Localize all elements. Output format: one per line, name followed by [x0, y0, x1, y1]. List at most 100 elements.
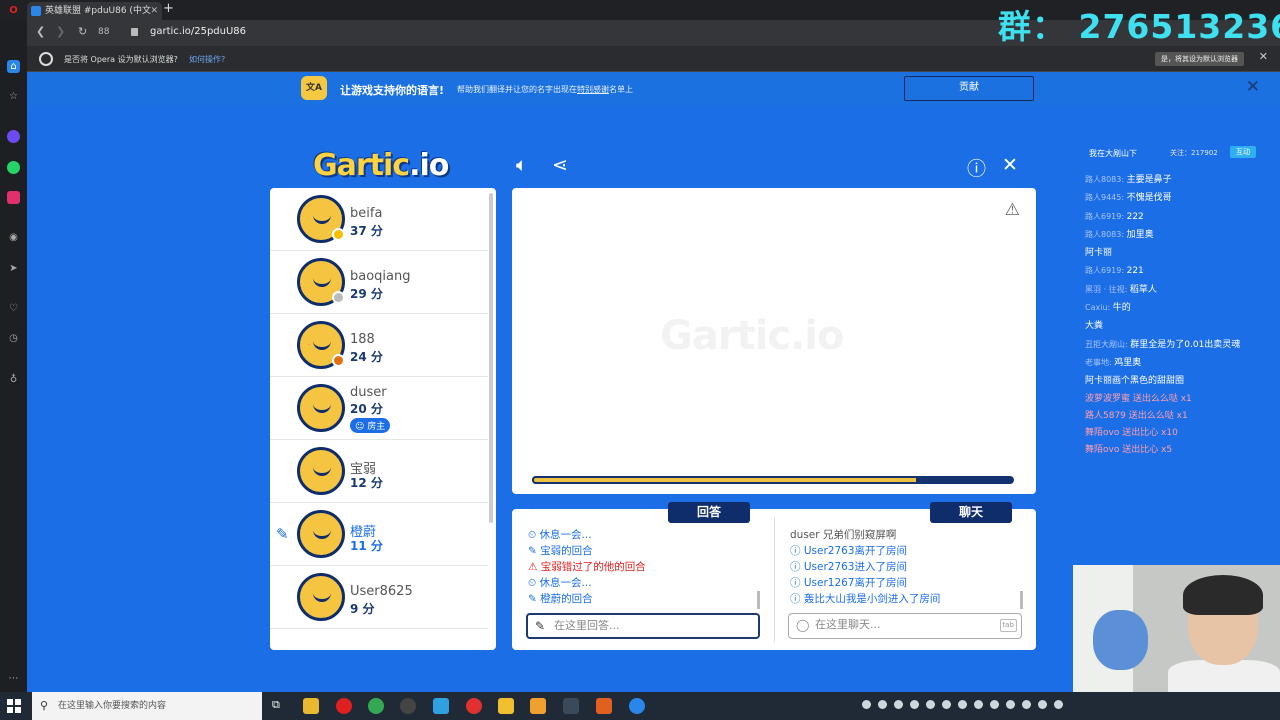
close-tab-icon[interactable]: ✕ — [150, 2, 158, 20]
tray-icon-13[interactable] — [1054, 700, 1063, 709]
tab-chat[interactable]: 聊天 — [930, 502, 1012, 523]
follow-button[interactable]: 互动 — [1230, 146, 1256, 158]
tray-icon-11[interactable] — [1022, 700, 1031, 709]
bookmarks-icon[interactable]: ☆ — [7, 90, 20, 103]
answer-scrollbar[interactable] — [757, 591, 760, 609]
back-icon[interactable]: ❮ — [36, 25, 45, 38]
tray-icon-4[interactable] — [910, 700, 919, 709]
player-score: 11 分 — [350, 539, 383, 553]
chat-scrollbar[interactable] — [1020, 591, 1023, 609]
tray-icon-12[interactable] — [1038, 700, 1047, 709]
app-icon-7[interactable] — [629, 698, 645, 714]
app-icon-3[interactable] — [498, 698, 514, 714]
chat-input[interactable]: ◯ 在这里聊天... tab — [788, 613, 1022, 639]
player-list-scrollbar[interactable] — [489, 193, 493, 523]
player-avatar — [297, 447, 345, 495]
whatsapp-icon[interactable] — [7, 161, 20, 174]
answer-input[interactable]: ✎ 在这里回答... — [526, 613, 760, 639]
browser-tab[interactable]: 英雄联盟 #pduU86 (中文 ✕ — [27, 2, 162, 20]
app-icon-4[interactable] — [530, 698, 546, 714]
player-row[interactable]: 宝弱 12 分 — [270, 440, 488, 503]
infobar-close-icon[interactable]: ✕ — [1259, 50, 1268, 63]
app-icon-5[interactable] — [563, 698, 579, 714]
chat-message: ⏲ 休息一会... — [528, 577, 592, 589]
windows-start-icon[interactable] — [7, 699, 21, 713]
taskbar-search[interactable]: ⚲ 在这里输入你要搜索的内容 — [32, 692, 262, 720]
follower-count: 关注：217902 — [1170, 149, 1218, 157]
tray-icon-10[interactable] — [1006, 700, 1015, 709]
tray-icon-2[interactable] — [878, 700, 887, 709]
opera-logo-icon[interactable]: O — [7, 4, 20, 17]
history-icon[interactable]: ◷ — [7, 332, 20, 345]
tray-icon-6[interactable] — [942, 700, 951, 709]
danmaku-message: 老事地: 鸡里奥 — [1085, 357, 1142, 368]
tray-icon-1[interactable] — [862, 700, 871, 709]
contribute-button[interactable]: 贡献 — [904, 76, 1034, 101]
pencil-icon: ✎ — [535, 619, 546, 633]
file-explorer-icon[interactable] — [303, 698, 319, 714]
player-icon[interactable]: ◉ — [7, 231, 20, 244]
chat-message: ✎ 宝弱的回合 — [528, 545, 593, 557]
lightbulb-icon[interactable]: ♁ — [7, 373, 20, 386]
app-icon-1[interactable] — [400, 698, 416, 714]
chat-placeholder: 在这里聊天... — [815, 618, 881, 631]
tab-title: 英雄联盟 #pduU86 (中文 — [45, 6, 151, 16]
player-score: 9 分 — [350, 602, 375, 616]
windows-taskbar: ⚲ 在这里输入你要搜索的内容 ⧉ — [0, 692, 1280, 720]
netease-music-icon[interactable] — [466, 698, 482, 714]
app-icon-2[interactable] — [433, 698, 449, 714]
tray-icon-3[interactable] — [894, 700, 903, 709]
player-row[interactable]: User8625 9 分 — [270, 566, 488, 629]
sound-icon[interactable]: 🔈︎ — [516, 154, 527, 176]
opera-icon — [39, 52, 53, 66]
player-avatar — [297, 573, 345, 621]
new-tab-icon[interactable]: + — [163, 1, 174, 16]
banner-close-icon[interactable]: ✕ — [1246, 77, 1260, 97]
tray-icon-8[interactable] — [974, 700, 983, 709]
chrome-icon[interactable] — [368, 698, 384, 714]
drawing-canvas[interactable]: Gartic.io ⚠ — [512, 188, 1036, 494]
thanks-link[interactable]: 特别感谢 — [577, 85, 609, 94]
messenger-icon[interactable] — [7, 130, 20, 143]
player-row[interactable]: duser 20 分 ☺ 房主 — [270, 377, 488, 440]
task-view-icon[interactable]: ⧉ — [272, 698, 288, 714]
home-icon[interactable]: ⌂ — [7, 60, 20, 73]
reload-icon[interactable]: ↻ — [78, 25, 87, 38]
set-default-button[interactable]: 是，将其设为默认浏览器 — [1155, 52, 1244, 66]
tab-answers[interactable]: 回答 — [668, 502, 750, 523]
tray-icon-5[interactable] — [926, 700, 935, 709]
search-icon: ⚲ — [40, 699, 49, 712]
opera-taskbar-icon[interactable] — [336, 698, 352, 714]
group-number-overlay: 群： 276513236 — [998, 7, 1280, 46]
tab-key-hint: tab — [999, 619, 1017, 632]
translation-banner: 文A 让游戏支持你的语言! 帮助我们翻译并让您的名字出现在特别感谢名单上 贡献 … — [27, 72, 1280, 105]
report-warning-icon[interactable]: ⚠ — [1005, 200, 1020, 220]
player-row[interactable]: beifa 37 分 — [270, 188, 488, 251]
speed-dial-count[interactable]: 88 — [98, 27, 109, 37]
url-field[interactable]: gartic.io/25pduU86 — [150, 26, 246, 37]
player-row[interactable]: 188 24 分 — [270, 314, 488, 377]
heart-icon[interactable]: ♡ — [7, 302, 20, 315]
player-row[interactable]: ✎ 橙蔚 11 分 — [270, 503, 488, 566]
danmaku-message: 大粪 — [1085, 321, 1104, 332]
share-icon[interactable]: ⋖ — [552, 154, 568, 176]
forward-icon[interactable]: ❯ — [56, 25, 65, 38]
danmaku-message: 路人6919: 221 — [1085, 266, 1144, 277]
more-icon[interactable]: ⋯ — [7, 672, 20, 685]
lock-icon — [131, 28, 138, 36]
tray-icon-7[interactable] — [958, 700, 967, 709]
exit-icon[interactable]: ✕ — [1002, 154, 1018, 176]
instagram-icon[interactable] — [7, 191, 20, 204]
player-row[interactable]: baoqiang 29 分 — [270, 251, 488, 314]
player-score: 20 分 — [350, 402, 383, 416]
infobar-link[interactable]: 如何操作? — [189, 54, 225, 65]
info-icon[interactable]: ⓘ — [967, 154, 986, 181]
streamer-name: 我在大剐山下 — [1089, 149, 1137, 158]
tray-icon-9[interactable] — [990, 700, 999, 709]
player-score: 12 分 — [350, 476, 383, 490]
live-stream-panel: 我在大剐山下 关注：217902 互动 路人8083: 主要是鼻子 路人9445:… — [1073, 105, 1280, 565]
send-icon[interactable]: ➤ — [7, 262, 20, 275]
gift-message: 路人5879 送出么么哒 x1 — [1085, 410, 1188, 421]
app-icon-6[interactable] — [596, 698, 612, 714]
round-timer-fill — [532, 476, 918, 484]
